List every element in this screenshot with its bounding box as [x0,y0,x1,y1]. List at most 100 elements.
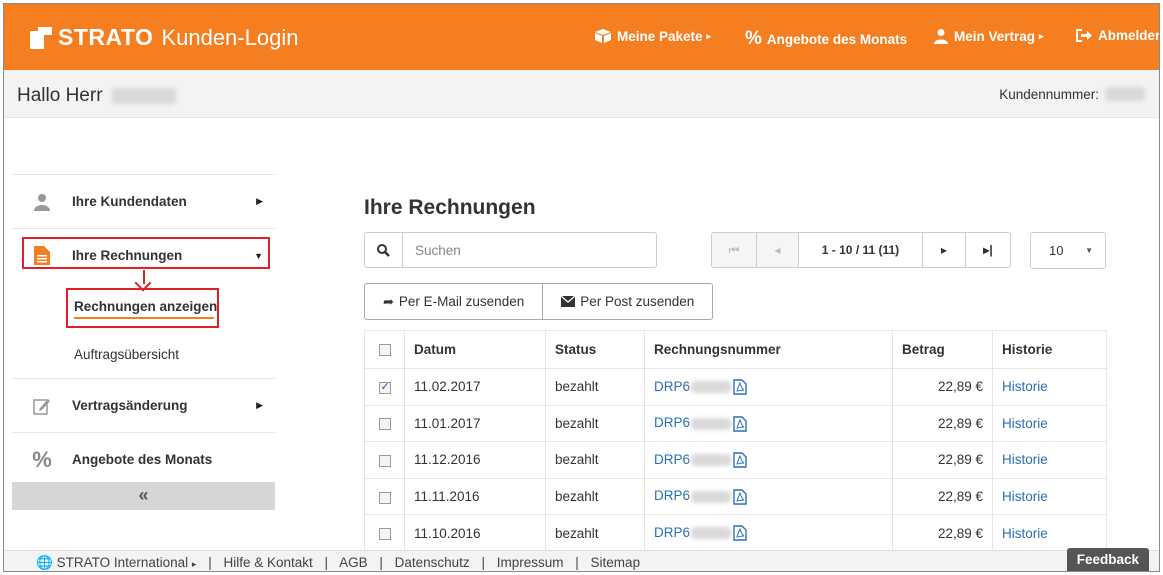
date-cell: 11.11.2016 [404,478,546,516]
pdf-icon[interactable] [733,525,747,542]
status-cell: bezahlt [545,478,645,516]
pdf-icon[interactable] [733,415,747,432]
pdf-icon[interactable] [733,489,747,505]
nav-mein-vertrag[interactable]: Mein Vertrag ▸ [933,28,1044,44]
caret-right-icon: ▸ [1039,30,1044,41]
footer-separator: | [575,555,579,570]
footer-separator: | [208,555,212,570]
prev-page-button[interactable]: ◂ [757,233,799,267]
user-icon [34,193,50,211]
invoice-number-link[interactable]: DRP6 [654,452,690,467]
per-page-select[interactable]: 10 ▼ [1030,232,1106,269]
select-all-checkbox[interactable] [378,344,391,357]
status-cell: bezahlt [545,405,645,443]
select-all-cell [364,330,405,369]
sidebar-collapse-button[interactable]: « [12,482,275,510]
status-cell: bezahlt [545,441,645,479]
column-header-datum[interactable]: Datum [404,330,546,369]
history-link[interactable]: Historie [1002,379,1048,394]
caret-right-icon: ▸ [706,30,712,41]
table-row: 11.10.2016 bezahlt DRP6 22,89 € Historie [364,514,1107,552]
send-email-button[interactable]: ➦ Per E-Mail zusenden [365,284,544,319]
button-label: Per E-Mail zusenden [398,294,525,309]
row-checkbox[interactable] [378,418,391,431]
redacted-customer-number [1105,87,1145,101]
table-row: 11.12.2016 bezahlt DRP6 22,89 € Historie [364,441,1107,479]
chevron-down-icon: ▼ [1085,246,1093,255]
pdf-icon[interactable] [733,452,747,468]
row-checkbox[interactable] [378,528,391,541]
column-header-historie[interactable]: Historie [992,330,1107,369]
chevron-right-icon: ▸ [940,243,948,257]
column-header-status[interactable]: Status [545,330,645,369]
per-page-value: 10 [1049,243,1064,258]
history-link[interactable]: Historie [1002,526,1048,541]
row-checkbox-cell [364,441,405,479]
footer-link-datenschutz[interactable]: Datenschutz [395,555,470,570]
search-icon [377,243,390,257]
nav-label: Meine Pakete [617,28,703,44]
button-label: Per Post zusenden [580,294,695,309]
first-page-icon: ⏮ [728,242,740,257]
sidebar-item-label: Vertragsänderung [72,398,188,413]
footer: 🌐 STRATO International ▸ | Hilfe & Konta… [4,548,1159,571]
greeting-bar: Hallo Herr Kundennummer: [4,70,1159,118]
history-cell: Historie [992,441,1107,479]
footer-link-impressum[interactable]: Impressum [497,555,564,570]
nav-label: Abmelden [1098,28,1160,43]
search-input[interactable] [403,233,653,267]
nav-abmelden[interactable]: Abmelden [1075,28,1160,43]
pdf-icon[interactable] [733,379,747,395]
row-checkbox-cell [364,368,405,406]
strato-logo[interactable]: STRATO Kunden-Login [30,24,298,51]
nav-label: Mein Vertrag [954,28,1036,44]
pagination: ⏮ ◂ 1 - 10 / 11 (11) ▸ ▸| [711,232,1011,268]
nav-meine-pakete[interactable]: Meine Pakete ▸ [594,28,711,44]
row-checkbox[interactable] [378,380,391,394]
table-row: 11.01.2017 bezahlt DRP6 22,89 € Historie [364,405,1107,443]
first-page-button[interactable]: ⏮ [712,233,757,267]
invoice-number-link[interactable]: DRP6 [654,415,690,430]
sidebar-item-label: Angebote des Monats [72,452,213,467]
nav-angebote-des-monats[interactable]: % Angebote des Monats [745,28,907,50]
next-page-button[interactable]: ▸ [923,233,966,267]
send-post-button[interactable]: Per Post zusenden [543,284,712,319]
highlight-box-rechnungen [22,237,270,269]
sidebar-subitem-auftragsuebersicht[interactable]: Auftragsübersicht [12,330,275,378]
redacted-invoice-number [691,454,732,467]
feedback-button[interactable]: Feedback [1066,548,1149,571]
footer-link-agb[interactable]: AGB [339,555,368,570]
history-link[interactable]: Historie [1002,416,1048,431]
status-cell: bezahlt [545,368,645,406]
history-link[interactable]: Historie [1002,489,1048,504]
row-checkbox-cell [364,405,405,443]
footer-link-hilfe[interactable]: Hilfe & Kontakt [223,555,312,570]
footer-link-international[interactable]: STRATO International [57,555,189,570]
row-checkbox[interactable] [378,491,391,504]
invoice-number-link[interactable]: DRP6 [654,488,690,503]
invoice-number-link[interactable]: DRP6 [654,379,690,394]
column-header-rechnungsnummer[interactable]: Rechnungsnummer [644,330,893,369]
amount-cell: 22,89 € [892,368,993,406]
amount-cell: 22,89 € [892,405,993,443]
redacted-invoice-number [691,417,732,430]
footer-link-sitemap[interactable]: Sitemap [591,555,641,570]
search-button[interactable] [365,233,403,267]
logo-subtitle: Kunden-Login [161,24,299,50]
app-window: STRATO Kunden-Login Meine Pakete ▸ % Ang… [3,3,1160,572]
sidebar-item-vertragsaenderung[interactable]: Vertragsänderung ▶ [12,378,275,432]
column-header-betrag[interactable]: Betrag [892,330,993,369]
footer-separator: | [324,555,329,570]
sidebar-item-kundendaten[interactable]: Ihre Kundendaten ▶ [12,174,275,228]
sidebar-item-angebote[interactable]: % Angebote des Monats [12,432,275,486]
sidebar-item-label: Ihre Kundendaten [72,194,187,209]
last-page-button[interactable]: ▸| [966,233,1010,267]
row-checkbox[interactable] [378,454,391,467]
percent-icon: % [745,28,762,49]
search-box [364,232,657,268]
history-link[interactable]: Historie [1002,452,1048,467]
invoice-number-cell: DRP6 [644,405,893,443]
last-page-icon: ▸| [983,243,993,257]
invoice-number-link[interactable]: DRP6 [654,525,690,540]
greeting: Hallo Herr [17,85,176,107]
